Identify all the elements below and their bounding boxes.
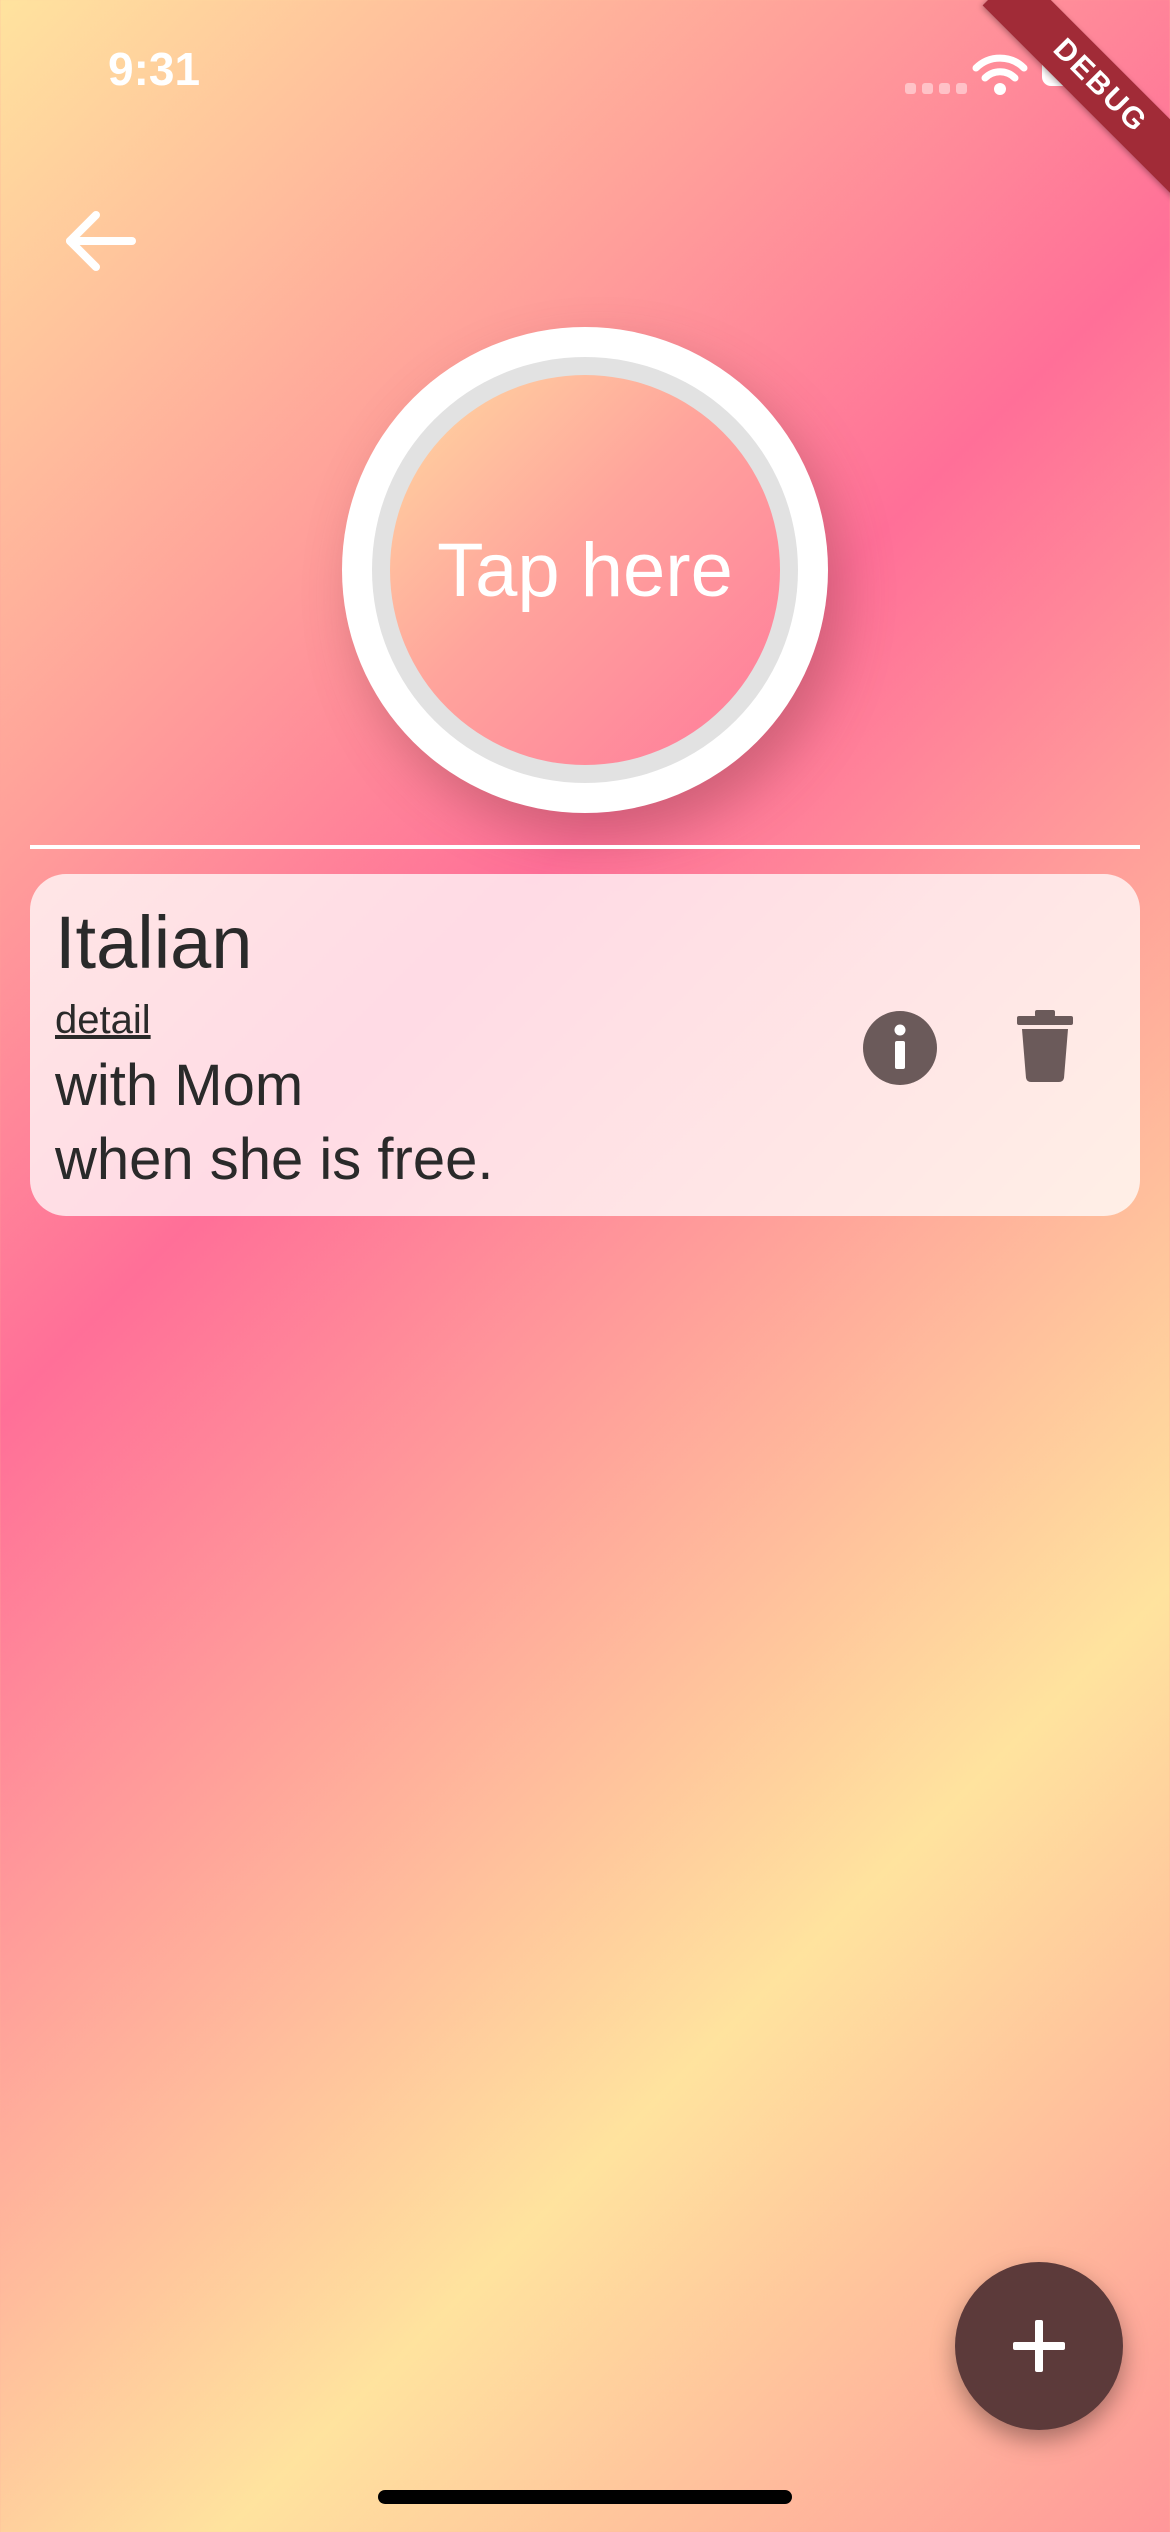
divider [30,845,1140,849]
item-title: Italian [55,901,253,984]
status-time: 9:31 [108,43,201,95]
list-item: Italian detail with Mom when she is free… [30,874,1140,1216]
info-button[interactable] [860,1008,940,1088]
tap-here-button[interactable]: Tap here [342,327,828,813]
wifi-icon [972,54,1028,95]
cellular-signal-icon [905,80,969,94]
tap-button-face: Tap here [390,375,780,765]
tap-button-ring: Tap here [372,357,798,783]
home-indicator [378,2490,792,2504]
back-button[interactable] [56,196,146,286]
plus-icon [1013,2320,1065,2372]
item-companion: with Mom [55,1053,304,1118]
delete-button[interactable] [1005,1004,1085,1084]
info-icon [863,1011,937,1085]
arrow-back-icon [66,211,136,271]
item-detail-link[interactable]: detail [55,998,151,1043]
status-bar: 9:31 [0,0,1170,140]
add-button[interactable] [955,2262,1123,2430]
trash-icon [1017,1010,1073,1082]
item-timing: when she is free. [55,1127,494,1192]
tap-here-label: Tap here [437,527,733,613]
